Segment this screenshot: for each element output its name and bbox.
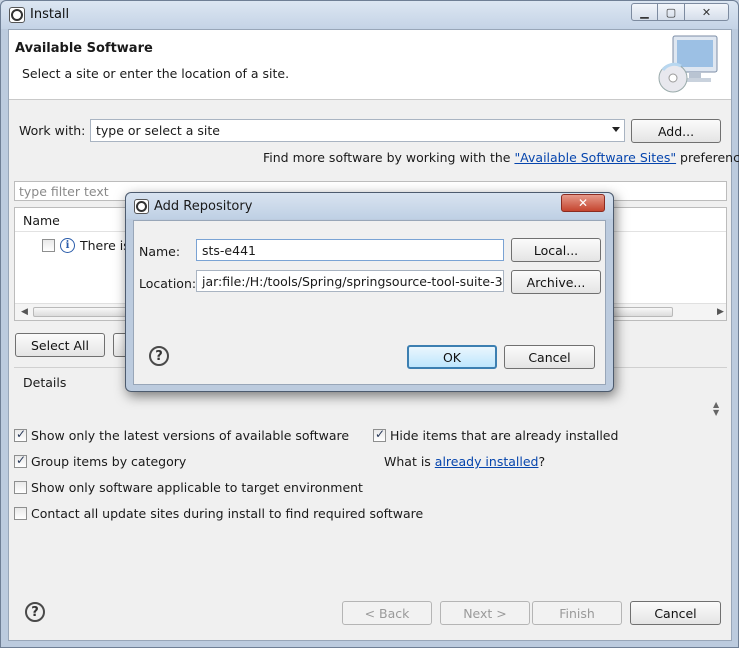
dialog-title-bar: Add Repository ✕: [126, 193, 613, 219]
dialog-title: Add Repository: [154, 199, 253, 214]
cancel-button[interactable]: Cancel: [630, 601, 721, 625]
option-hide-installed[interactable]: Hide items that are already installed: [373, 427, 618, 443]
details-label: Details: [23, 375, 67, 390]
table-row[interactable]: i There is: [42, 235, 130, 255]
back-button[interactable]: < Back: [342, 601, 432, 625]
scroll-down-icon[interactable]: ▼: [713, 408, 719, 417]
location-label: Location:: [139, 276, 197, 291]
add-repository-dialog: Add Repository ✕ Name: sts-e441 Local...…: [125, 192, 614, 392]
scroll-left-icon[interactable]: ◀: [21, 307, 28, 317]
finish-button[interactable]: Finish: [532, 601, 622, 625]
add-site-button[interactable]: Add...: [631, 119, 721, 143]
ok-button[interactable]: OK: [407, 345, 497, 369]
checkbox-hide-installed[interactable]: [373, 427, 386, 442]
maximize-button[interactable]: ▢: [658, 3, 685, 21]
row-checkbox[interactable]: [42, 238, 55, 252]
already-installed-link[interactable]: already installed: [435, 454, 539, 469]
title-bar: Install ▁ ▢ ✕: [1, 1, 738, 29]
minimize-button[interactable]: ▁: [631, 3, 658, 21]
close-icon: ✕: [701, 5, 712, 19]
close-icon: ✕: [577, 196, 589, 210]
row-label: There is: [80, 237, 130, 253]
archive-button[interactable]: Archive...: [511, 270, 601, 294]
app-icon: [9, 7, 25, 23]
next-button[interactable]: Next >: [440, 601, 530, 625]
checkbox-applicable-only[interactable]: [14, 481, 27, 494]
checkbox-contact-all[interactable]: [14, 507, 27, 520]
window-title: Install: [30, 7, 70, 22]
option-contact-all[interactable]: Contact all update sites during install …: [14, 506, 423, 521]
close-button[interactable]: ✕: [685, 3, 729, 21]
minimize-icon: ▁: [640, 5, 649, 19]
option-applicable-only[interactable]: Show only software applicable to target …: [14, 480, 363, 495]
info-icon: i: [60, 237, 75, 253]
help-icon[interactable]: ?: [149, 346, 169, 366]
what-is-installed-text: What is already installed?: [384, 454, 546, 469]
chevron-down-icon[interactable]: [612, 127, 620, 132]
dialog-app-icon: [134, 199, 149, 214]
repository-location-input[interactable]: jar:file:/H:/tools/Spring/springsource-t…: [196, 270, 504, 292]
site-combo[interactable]: type or select a site: [90, 119, 625, 142]
dialog-client: Name: sts-e441 Local... Location: jar:fi…: [133, 220, 606, 385]
work-with-label: Work with:: [19, 123, 86, 138]
dialog-cancel-button[interactable]: Cancel: [504, 345, 595, 369]
page-description: Select a site or enter the location of a…: [22, 66, 290, 81]
wizard-header: Available Software Select a site or ente…: [9, 30, 731, 100]
page-title: Available Software: [15, 41, 153, 56]
option-latest-versions[interactable]: Show only the latest versions of availab…: [14, 427, 349, 443]
local-button[interactable]: Local...: [511, 238, 601, 262]
checkbox-group-by-category[interactable]: [14, 453, 27, 468]
more-software-text: Find more software by working with the "…: [263, 150, 739, 165]
select-all-button[interactable]: Select All: [15, 333, 105, 357]
name-label: Name:: [139, 244, 181, 259]
available-sites-link[interactable]: "Available Software Sites": [514, 150, 676, 165]
maximize-icon: ▢: [665, 5, 677, 19]
site-combo-value: type or select a site: [96, 123, 220, 138]
repository-name-input[interactable]: sts-e441: [196, 239, 504, 261]
checkbox-latest-versions[interactable]: [14, 427, 27, 442]
option-group-by-category[interactable]: Group items by category: [14, 453, 186, 469]
dialog-close-button[interactable]: ✕: [561, 194, 605, 212]
scroll-right-icon[interactable]: ▶: [717, 307, 724, 317]
install-banner-icon: [658, 35, 718, 93]
help-icon[interactable]: ?: [25, 602, 45, 622]
column-name[interactable]: Name: [23, 213, 60, 228]
